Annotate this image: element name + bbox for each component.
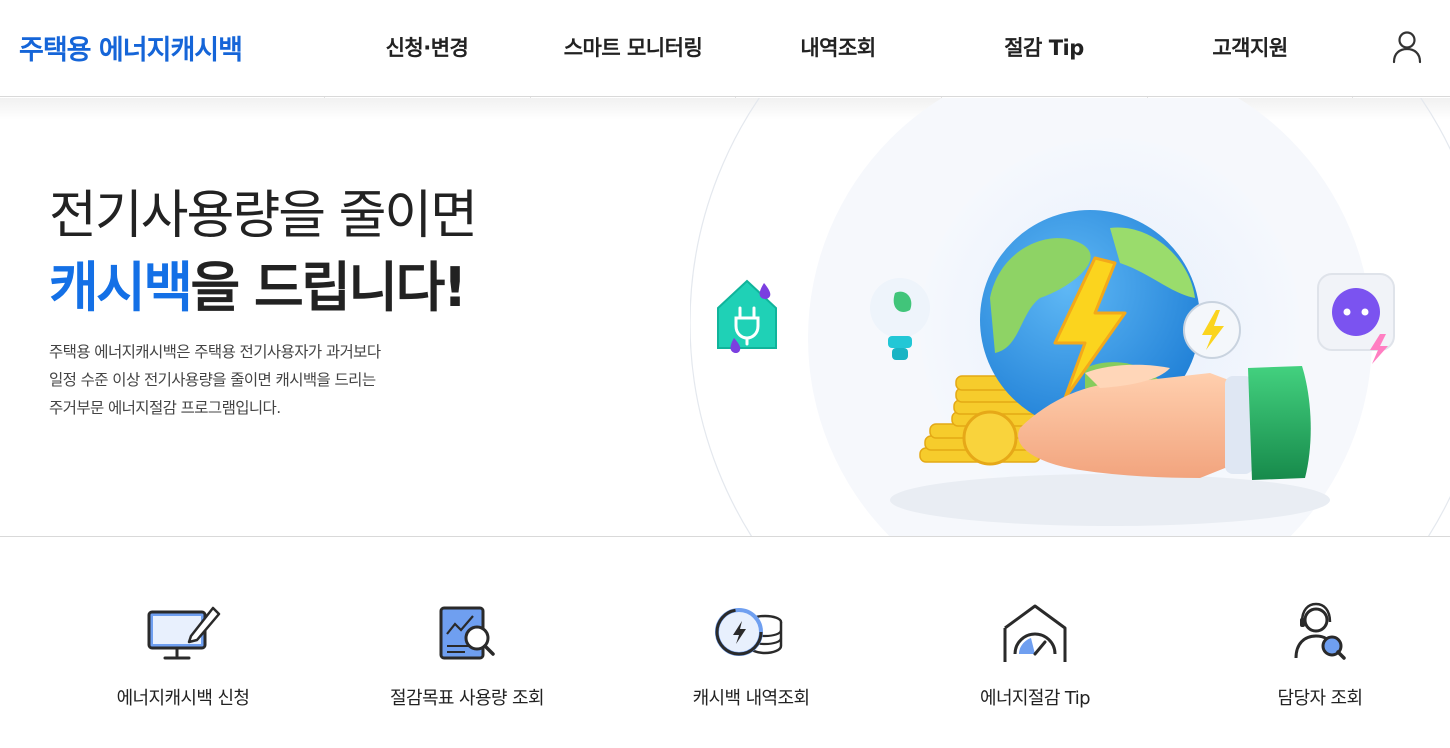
- nav-apply-change[interactable]: 신청·변경: [386, 32, 469, 62]
- cashback-coins-icon: [715, 608, 783, 656]
- quick-label-contact-lookup: 담당자 조회: [1277, 688, 1364, 709]
- quick-label-cashback-history: 캐시백 내역조회: [692, 688, 810, 709]
- report-search-icon: [439, 606, 495, 660]
- nav-customer-support[interactable]: 고객지원: [1212, 32, 1288, 62]
- monitor-pen-icon: [147, 606, 221, 660]
- user-icon[interactable]: [1391, 30, 1423, 64]
- hero-title-accent: 캐시백: [49, 256, 193, 319]
- hero-description-line: 주거부문 에너지절감 프로그램입니다.: [49, 399, 281, 417]
- nav-history[interactable]: 내역조회: [800, 32, 876, 62]
- hero-description-line: 일정 수준 이상 전기사용량을 줄이면 캐시백을 드리는: [49, 371, 376, 389]
- support-agent-icon: [1294, 602, 1346, 660]
- quick-item-contact-lookup[interactable]: 담당자 조회: [1200, 598, 1440, 710]
- nav-saving-tip[interactable]: 절감 Tip: [1004, 32, 1084, 62]
- quick-item-cashback-history[interactable]: 캐시백 내역조회: [631, 598, 871, 710]
- hero-banner: 전기사용량을 줄이면 캐시백을 드립니다! 주택용 에너지캐시백은 주택용 전기…: [0, 98, 1450, 537]
- quick-label-target-usage: 절감목표 사용량 조회: [390, 688, 544, 709]
- quick-item-apply[interactable]: 에너지캐시백 신청: [63, 598, 303, 710]
- hero-title-rest: 을 드립니다!: [190, 256, 468, 319]
- site-header: 주택용 에너지캐시백 신청·변경 스마트 모니터링 내역조회 절감 Tip 고객…: [0, 0, 1450, 97]
- site-logo[interactable]: 주택용 에너지캐시백: [19, 28, 243, 67]
- quick-label-apply: 에너지캐시백 신청: [116, 688, 250, 709]
- house-gauge-icon: [1003, 604, 1067, 662]
- quick-item-saving-tip[interactable]: 에너지절감 Tip: [915, 598, 1155, 710]
- quick-item-target-usage[interactable]: 절감목표 사용량 조회: [347, 598, 587, 710]
- hero-description: 주택용 에너지캐시백은 주택용 전기사용자가 과거보다 일정 수준 이상 전기사…: [49, 338, 381, 422]
- hero-title-line2: 캐시백을 드립니다!: [49, 243, 468, 322]
- quick-label-saving-tip: 에너지절감 Tip: [980, 688, 1091, 709]
- quick-menu: 에너지캐시백 신청 절감목표 사용량 조회 캐시백 내역조회 에너지절감 Tip…: [0, 538, 1450, 748]
- hero-description-line: 주택용 에너지캐시백은 주택용 전기사용자가 과거보다: [49, 343, 381, 361]
- hero-title-line1: 전기사용량을 줄이면: [49, 186, 478, 246]
- hero-illustration: [690, 98, 1450, 536]
- nav-smart-monitoring[interactable]: 스마트 모니터링: [564, 32, 703, 62]
